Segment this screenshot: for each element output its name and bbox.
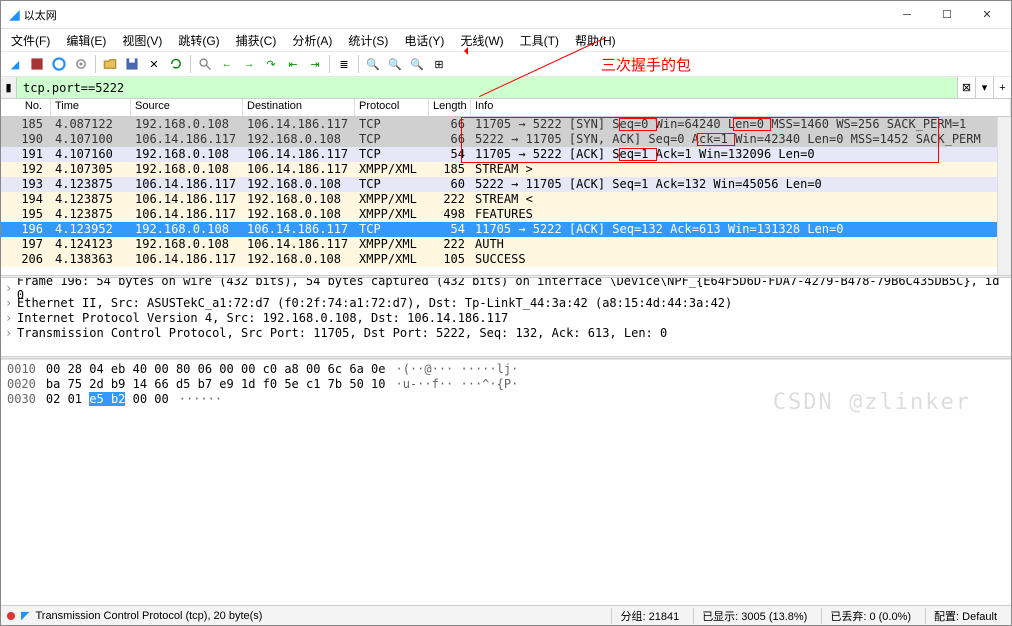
packet-row[interactable]: 1924.107305192.168.0.108106.14.186.117XM…: [1, 162, 1011, 177]
packet-list[interactable]: 1854.087122192.168.0.108106.14.186.117TC…: [1, 117, 1011, 275]
zoom-in-button[interactable]: 🔍: [363, 54, 383, 74]
packet-row[interactable]: 1974.124123192.168.0.108106.14.186.117XM…: [1, 237, 1011, 252]
filter-bar: ▮ ⊠ ▾ +: [1, 77, 1011, 99]
reload-button[interactable]: [166, 54, 186, 74]
close-button[interactable]: ✕: [971, 5, 1003, 25]
packet-details[interactable]: ›Frame 196: 54 bytes on wire (432 bits),…: [1, 278, 1011, 356]
close-file-button[interactable]: ✕: [144, 54, 164, 74]
statusbar: ◤ Transmission Control Protocol (tcp), 2…: [1, 605, 1011, 625]
detail-row[interactable]: ›Internet Protocol Version 4, Src: 192.1…: [1, 310, 1011, 325]
scrollbar[interactable]: [997, 117, 1011, 275]
toolbar: ◢ ✕ ← → ↷ ⇤ ⇥ ≣ 🔍 🔍 🔍 ⊞ 三次握手的包: [1, 51, 1011, 77]
menu-item[interactable]: 工具(T): [514, 30, 565, 51]
packet-row[interactable]: 1954.123875106.14.186.117192.168.0.108XM…: [1, 207, 1011, 222]
expert-info-icon[interactable]: [7, 612, 15, 620]
titlebar: ◢ 以太网 ─ ☐ ✕: [1, 1, 1011, 29]
col-protocol[interactable]: Protocol: [355, 99, 429, 116]
menu-item[interactable]: 统计(S): [342, 30, 394, 51]
zoom-out-button[interactable]: 🔍: [385, 54, 405, 74]
forward-button[interactable]: →: [239, 54, 259, 74]
col-destination[interactable]: Destination: [243, 99, 355, 116]
packet-row[interactable]: 1934.123875106.14.186.117192.168.0.108TC…: [1, 177, 1011, 192]
capture-file-icon: ◤: [21, 609, 29, 622]
packet-list-header: No. Time Source Destination Protocol Len…: [1, 99, 1011, 117]
status-left: Transmission Control Protocol (tcp), 20 …: [35, 610, 605, 622]
find-button[interactable]: [195, 54, 215, 74]
status-groups: 分组: 21841: [611, 608, 687, 624]
stop-capture-button[interactable]: [27, 54, 47, 74]
col-length[interactable]: Length: [429, 99, 471, 116]
packet-row[interactable]: 1854.087122192.168.0.108106.14.186.117TC…: [1, 117, 1011, 132]
packet-row[interactable]: 1914.107160192.168.0.108106.14.186.117TC…: [1, 147, 1011, 162]
app-icon: ◢: [9, 6, 20, 23]
status-shown: 已显示: 3005 (13.8%): [693, 608, 815, 624]
back-button[interactable]: ←: [217, 54, 237, 74]
maximize-button[interactable]: ☐: [931, 5, 963, 25]
menu-item[interactable]: 分析(A): [286, 30, 338, 51]
clear-filter-button[interactable]: ⊠: [957, 77, 975, 98]
window-title: 以太网: [24, 7, 891, 23]
menu-item[interactable]: 帮助(H): [569, 30, 622, 51]
minimize-button[interactable]: ─: [891, 5, 923, 25]
menubar: 文件(F)编辑(E)视图(V)跳转(G)捕获(C)分析(A)统计(S)电话(Y)…: [1, 29, 1011, 51]
filter-dropdown-button[interactable]: ▾: [975, 77, 993, 98]
packet-bytes[interactable]: CSDN @zlinker 001000 28 04 eb 40 00 80 0…: [1, 359, 1011, 539]
hex-row[interactable]: 001000 28 04 eb 40 00 80 06 00 00 c0 a8 …: [7, 362, 1005, 377]
status-profile[interactable]: 配置: Default: [925, 608, 1005, 624]
packet-row[interactable]: 2064.138363106.14.186.117192.168.0.108XM…: [1, 252, 1011, 267]
menu-item[interactable]: 电话(Y): [398, 30, 450, 51]
annotation-label: 三次握手的包: [601, 54, 691, 75]
resize-columns-button[interactable]: ⊞: [429, 54, 449, 74]
col-source[interactable]: Source: [131, 99, 243, 116]
menu-item[interactable]: 捕获(C): [230, 30, 283, 51]
options-button[interactable]: [71, 54, 91, 74]
save-button[interactable]: [122, 54, 142, 74]
fin-icon[interactable]: ◢: [5, 54, 25, 74]
add-filter-button[interactable]: +: [993, 77, 1011, 98]
detail-row[interactable]: ›Frame 196: 54 bytes on wire (432 bits),…: [1, 280, 1011, 295]
menu-item[interactable]: 跳转(G): [172, 30, 225, 51]
watermark: CSDN @zlinker: [773, 390, 971, 415]
zoom-reset-button[interactable]: 🔍: [407, 54, 427, 74]
menu-item[interactable]: 视图(V): [116, 30, 168, 51]
annotation-arrow-head: [460, 47, 468, 55]
packet-row[interactable]: 1964.123952192.168.0.108106.14.186.117TC…: [1, 222, 1011, 237]
detail-row[interactable]: ›Transmission Control Protocol, Src Port…: [1, 325, 1011, 340]
bookmark-icon[interactable]: ▮: [1, 77, 17, 98]
col-no[interactable]: No.: [1, 99, 51, 116]
goto-first-button[interactable]: ⇤: [283, 54, 303, 74]
autoscroll-button[interactable]: ≣: [334, 54, 354, 74]
col-time[interactable]: Time: [51, 99, 131, 116]
open-button[interactable]: [100, 54, 120, 74]
menu-item[interactable]: 文件(F): [5, 30, 56, 51]
restart-capture-button[interactable]: [49, 54, 69, 74]
col-info[interactable]: Info: [471, 99, 1011, 116]
packet-row[interactable]: 1904.107100106.14.186.117192.168.0.108TC…: [1, 132, 1011, 147]
status-dropped: 已丢弃: 0 (0.0%): [821, 608, 919, 624]
menu-item[interactable]: 编辑(E): [60, 30, 112, 51]
goto-last-button[interactable]: ⇥: [305, 54, 325, 74]
jump-button[interactable]: ↷: [261, 54, 281, 74]
display-filter-input[interactable]: [17, 77, 957, 98]
packet-row[interactable]: 1944.123875106.14.186.117192.168.0.108XM…: [1, 192, 1011, 207]
